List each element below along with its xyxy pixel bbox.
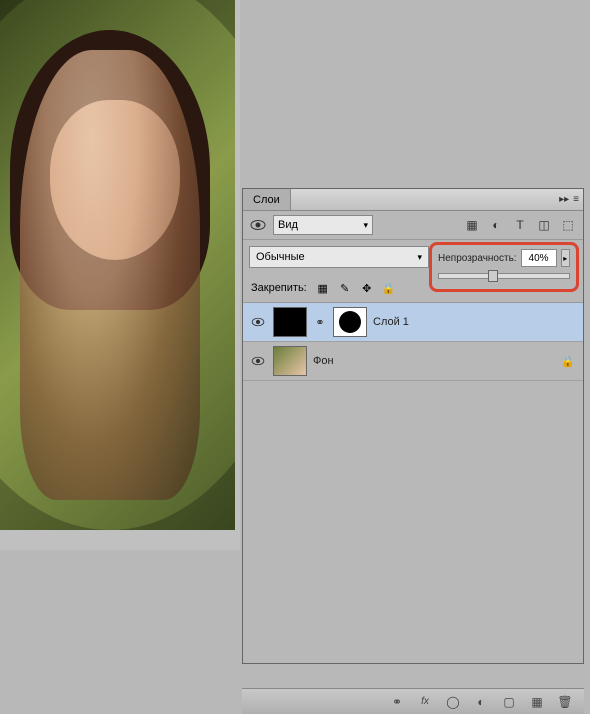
- link-layers-icon[interactable]: ⚭: [388, 693, 406, 711]
- opacity-input[interactable]: [521, 249, 557, 267]
- eye-icon: [251, 317, 265, 327]
- new-group-icon[interactable]: ▢: [500, 693, 518, 711]
- layer-thumbnail[interactable]: [273, 307, 307, 337]
- filter-adjust-icon[interactable]: ◐: [487, 216, 505, 234]
- lock-all-icon[interactable]: 🔒: [381, 280, 397, 296]
- mask-link-icon[interactable]: ⚭: [313, 316, 327, 329]
- lock-position-icon[interactable]: ✥: [359, 280, 375, 296]
- canvas-area: [0, 0, 240, 550]
- panel-collapse-icon[interactable]: ▸▸: [559, 194, 569, 205]
- new-layer-icon[interactable]: ▦: [528, 693, 546, 711]
- photo-content: [50, 100, 180, 260]
- eye-icon: [251, 356, 265, 366]
- opacity-slider-handle[interactable]: [488, 270, 498, 282]
- lock-pixels-icon[interactable]: ✎: [337, 280, 353, 296]
- layer-row[interactable]: Фон 🔒: [243, 342, 583, 381]
- layer-mask-thumbnail[interactable]: [333, 307, 367, 337]
- filter-kind-label: Вид: [278, 219, 298, 231]
- opacity-slider[interactable]: [438, 273, 570, 279]
- layer-name[interactable]: Фон: [313, 355, 555, 367]
- lock-badge-icon: 🔒: [561, 355, 577, 368]
- lock-label: Закрепить:: [251, 282, 307, 294]
- visibility-toggle[interactable]: [249, 356, 267, 366]
- visibility-toggle[interactable]: [249, 317, 267, 327]
- lock-transparency-icon[interactable]: ▦: [315, 280, 331, 296]
- tab-layers[interactable]: Слои: [243, 189, 291, 210]
- delete-layer-icon[interactable]: 🗑: [556, 693, 574, 711]
- document-image[interactable]: [0, 0, 235, 530]
- blend-mode-label: Обычные: [256, 251, 305, 263]
- filter-toolbar: Вид ▦ ◐ T ◫ ⬚: [243, 211, 583, 240]
- layer-thumbnail[interactable]: [273, 346, 307, 376]
- panel-menu-icon[interactable]: ≡: [573, 194, 579, 205]
- opacity-dropdown-icon[interactable]: ▸: [561, 249, 570, 267]
- fx-icon[interactable]: fx: [416, 693, 434, 711]
- opacity-highlight: Непрозрачность: ▸: [429, 242, 579, 292]
- photo-content: [10, 30, 210, 310]
- layers-panel: Слои ▸▸ ≡ Вид ▦ ◐ T ◫ ⬚ Обычные Непрозра…: [242, 188, 584, 664]
- add-mask-icon[interactable]: ◯: [444, 693, 462, 711]
- adjustment-layer-icon[interactable]: ◐: [472, 693, 490, 711]
- photo-content: [20, 50, 200, 500]
- opacity-label: Непрозрачность:: [438, 253, 517, 264]
- blend-mode-select[interactable]: Обычные: [249, 246, 429, 268]
- filter-pixel-icon[interactable]: ▦: [463, 216, 481, 234]
- filter-text-icon[interactable]: T: [511, 216, 529, 234]
- layer-row[interactable]: ⚭ Слой 1: [243, 303, 583, 342]
- filter-shape-icon[interactable]: ◫: [535, 216, 553, 234]
- panel-footer: ⚭ fx ◯ ◐ ▢ ▦ 🗑: [242, 688, 584, 714]
- filter-kind-select[interactable]: Вид: [273, 215, 373, 235]
- filter-type-icon[interactable]: [249, 217, 267, 233]
- filter-smart-icon[interactable]: ⬚: [559, 216, 577, 234]
- layer-list: ⚭ Слой 1 Фон 🔒: [243, 303, 583, 663]
- panel-header: Слои ▸▸ ≡: [243, 189, 583, 211]
- layer-name[interactable]: Слой 1: [373, 316, 577, 328]
- blend-opacity-row: Обычные Непрозрачность: ▸: [243, 240, 583, 274]
